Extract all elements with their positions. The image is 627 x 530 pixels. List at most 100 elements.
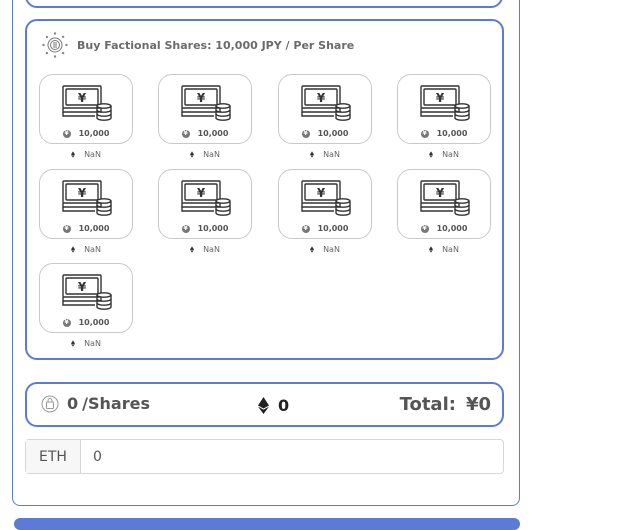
yen-banknote-stack-icon: ¥ — [62, 180, 112, 216]
share-card[interactable]: ¥ ¥10,000 — [39, 263, 133, 333]
yen-coin-icon: ¥ — [420, 129, 429, 138]
yen-coin-icon: ¥ — [181, 224, 190, 233]
eth-input-group: ETH — [25, 439, 504, 474]
share-tile[interactable]: ¥ ¥10,000 NaN — [39, 263, 133, 348]
ethereum-icon — [258, 397, 269, 414]
yen-coin-icon: ¥ — [62, 129, 71, 138]
share-price-value: 10,000 — [78, 318, 110, 327]
share-eth-price: NaN — [278, 245, 372, 254]
eth-amount-value: 0 — [278, 396, 290, 415]
ethereum-icon — [429, 151, 434, 158]
svg-text:¥: ¥ — [317, 186, 326, 200]
share-price: ¥10,000 — [159, 224, 251, 233]
ethereum-icon — [310, 151, 315, 158]
share-eth-value: NaN — [203, 150, 220, 159]
svg-text:¥: ¥ — [436, 186, 445, 200]
svg-text:¥: ¥ — [78, 186, 87, 200]
eth-addon-label: ETH — [26, 440, 81, 473]
share-card[interactable]: ¥ ¥10,000 — [278, 169, 372, 239]
ethereum-icon — [71, 246, 76, 253]
share-card[interactable]: ¥ ¥10,000 — [158, 169, 252, 239]
share-tile[interactable]: ¥ ¥10,000 NaN — [278, 74, 372, 159]
share-price-value: 10,000 — [197, 129, 229, 138]
shares-count-value: 0 — [67, 394, 79, 413]
eth-amount: 0 — [258, 396, 289, 415]
share-eth-price: NaN — [397, 150, 491, 159]
share-tile[interactable]: ¥ ¥10,000 NaN — [158, 74, 252, 159]
eth-amount-input[interactable] — [81, 440, 503, 473]
share-card[interactable]: ¥ ¥10,000 — [397, 74, 491, 144]
share-eth-value: NaN — [442, 150, 459, 159]
next-panel-edge — [14, 518, 520, 530]
share-price-value: 10,000 — [436, 129, 468, 138]
share-price-value: 10,000 — [197, 224, 229, 233]
share-eth-value: NaN — [323, 245, 340, 254]
yen-coin-icon: ¥ — [62, 318, 71, 327]
share-price: ¥10,000 — [40, 224, 132, 233]
yen-coin-icon: ¥ — [62, 224, 71, 233]
yen-banknote-stack-icon: ¥ — [301, 85, 351, 121]
svg-text:¥: ¥ — [78, 91, 87, 105]
share-card[interactable]: ¥ ¥10,000 — [39, 74, 133, 144]
svg-text:¥: ¥ — [197, 91, 206, 105]
yen-banknote-stack-icon: ¥ — [420, 180, 470, 216]
shopping-bag-icon — [41, 395, 59, 412]
share-eth-price: NaN — [278, 150, 372, 159]
share-price: ¥10,000 — [398, 224, 490, 233]
yen-coin-icon: ¥ — [420, 224, 429, 233]
ethereum-icon — [190, 151, 195, 158]
share-tile[interactable]: ¥ ¥10,000 NaN — [278, 169, 372, 254]
share-tile[interactable]: ¥ ¥10,000 NaN — [39, 74, 133, 159]
share-eth-value: NaN — [84, 245, 101, 254]
top-panel-edge — [25, 0, 503, 8]
share-card[interactable]: ¥ ¥10,000 — [278, 74, 372, 144]
share-tile[interactable]: ¥ ¥10,000 NaN — [39, 169, 133, 254]
share-eth-price: NaN — [39, 339, 133, 348]
share-card[interactable]: ¥ ¥10,000 — [39, 169, 133, 239]
total-price: Total: ¥0 — [400, 394, 491, 415]
share-tile[interactable]: ¥ ¥10,000 NaN — [397, 74, 491, 159]
svg-text:¥: ¥ — [436, 91, 445, 105]
share-price: ¥10,000 — [398, 129, 490, 138]
share-tile[interactable]: ¥ ¥10,000 NaN — [158, 169, 252, 254]
share-eth-price: NaN — [39, 245, 133, 254]
share-card[interactable]: ¥ ¥10,000 — [397, 169, 491, 239]
coin-bill-icon — [42, 32, 68, 58]
share-eth-price: NaN — [39, 150, 133, 159]
ethereum-icon — [429, 246, 434, 253]
yen-coin-icon: ¥ — [301, 224, 310, 233]
svg-text:¥: ¥ — [317, 91, 326, 105]
share-price: ¥10,000 — [279, 224, 371, 233]
total-label: Total: — [399, 394, 456, 415]
share-eth-value: NaN — [84, 339, 101, 348]
shares-count: 0 /Shares — [41, 394, 150, 413]
ethereum-icon — [71, 151, 76, 158]
share-price-value: 10,000 — [317, 224, 349, 233]
yen-banknote-stack-icon: ¥ — [181, 85, 231, 121]
order-summary: 0 /Shares 0 Total: ¥0 — [25, 382, 504, 427]
share-price: ¥10,000 — [40, 318, 132, 327]
panel-title: Buy Factional Shares: 10,000 JPY / Per S… — [77, 38, 355, 52]
yen-banknote-stack-icon: ¥ — [181, 180, 231, 216]
share-price: ¥10,000 — [159, 129, 251, 138]
yen-coin-icon: ¥ — [181, 129, 190, 138]
shares-panel: Buy Factional Shares: 10,000 JPY / Per S… — [25, 19, 504, 360]
share-price: ¥10,000 — [279, 129, 371, 138]
total-value: ¥0 — [465, 394, 491, 415]
share-price: ¥10,000 — [40, 129, 132, 138]
share-price-value: 10,000 — [78, 224, 110, 233]
yen-banknote-stack-icon: ¥ — [62, 85, 112, 121]
shares-unit: /Shares — [82, 394, 150, 413]
yen-banknote-stack-icon: ¥ — [301, 180, 351, 216]
share-eth-price: NaN — [158, 150, 252, 159]
svg-text:¥: ¥ — [78, 280, 87, 294]
share-card[interactable]: ¥ ¥10,000 — [158, 74, 252, 144]
ethereum-icon — [71, 340, 76, 347]
yen-banknote-stack-icon: ¥ — [420, 85, 470, 121]
share-eth-value: NaN — [203, 245, 220, 254]
share-price-value: 10,000 — [317, 129, 349, 138]
share-eth-price: NaN — [158, 245, 252, 254]
svg-text:¥: ¥ — [197, 186, 206, 200]
ethereum-icon — [310, 246, 315, 253]
share-tile[interactable]: ¥ ¥10,000 NaN — [397, 169, 491, 254]
